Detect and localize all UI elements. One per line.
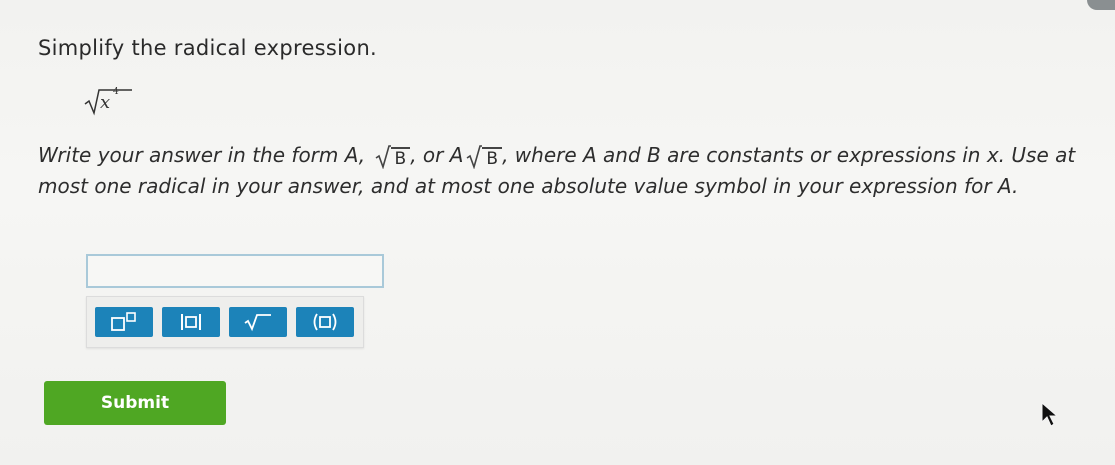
absolute-value-button[interactable] (162, 307, 220, 337)
mouse-cursor-icon (1041, 402, 1059, 427)
superscript-button[interactable] (95, 307, 153, 337)
question-title: Simplify the radical expression. (38, 36, 378, 60)
radical-sign-icon (466, 145, 483, 169)
radicand-exponent: 4 (113, 87, 119, 97)
radicand-base: x (100, 92, 111, 113)
answer-input[interactable] (86, 254, 384, 288)
form-a-sqrt-b-radicand: B (482, 147, 503, 169)
instructions-part1: Write your answer in the form A, (38, 143, 366, 167)
math-toolbar (86, 296, 364, 348)
window-corner-decoration (1087, 0, 1115, 10)
absolute-value-icon (181, 314, 201, 330)
form-sqrt-b: B (375, 145, 411, 169)
superscript-icon (111, 312, 136, 331)
square-root-icon (244, 314, 271, 332)
parentheses-button[interactable] (296, 307, 354, 337)
instructions-text: Write your answer in the form A, B , or … (38, 140, 1078, 202)
submit-button[interactable]: Submit (44, 381, 226, 425)
form-sqrt-b-radicand: B (390, 147, 411, 169)
square-root-button[interactable] (229, 307, 287, 337)
instructions-part2: , or A (410, 143, 464, 167)
parentheses-icon (313, 313, 337, 331)
radical-sign-icon (375, 145, 391, 169)
form-a-sqrt-b: B (466, 145, 503, 169)
